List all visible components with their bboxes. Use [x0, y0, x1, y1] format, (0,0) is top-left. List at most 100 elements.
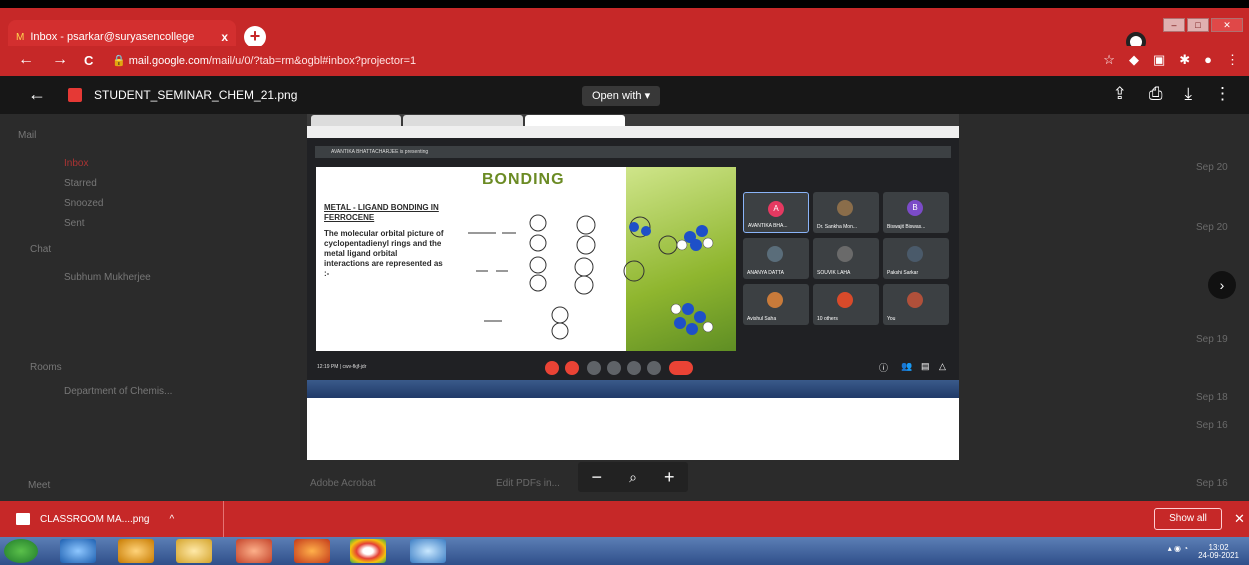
inner-tab-strip	[307, 114, 959, 126]
present-icon[interactable]	[627, 361, 641, 375]
avatar	[907, 246, 923, 262]
puzzle-icon[interactable]: ✱	[1179, 52, 1190, 68]
sidebar-item[interactable]: Chat	[30, 244, 51, 255]
captions-icon[interactable]	[587, 361, 601, 375]
back-button[interactable]: ←	[18, 51, 34, 69]
app-icon[interactable]	[236, 539, 272, 563]
zoom-icon: ⌕	[629, 468, 637, 485]
sidebar-item[interactable]: Department of Chemis...	[64, 386, 172, 397]
show-all-button[interactable]: Show all	[1154, 508, 1222, 530]
participant-name: 10 others	[817, 316, 838, 322]
chevron-up-icon[interactable]: ^	[169, 514, 174, 525]
add-to-drive-icon[interactable]: ⇪	[1113, 84, 1127, 104]
ie-icon[interactable]	[60, 539, 96, 563]
participant-tile[interactable]: SOUVIK LAHA	[813, 238, 879, 279]
row-date: Sep 16	[1196, 478, 1228, 489]
mo-row-2	[529, 256, 594, 295]
info-icon[interactable]: ⓘ	[879, 361, 893, 375]
app-icon-2[interactable]	[410, 539, 446, 563]
preview-image: AVANTIKA BHATTACHARJEE is presenting BON…	[307, 114, 959, 460]
chrome-icon[interactable]	[350, 539, 386, 563]
next-file-button[interactable]: ›	[1208, 271, 1236, 299]
participant-tile[interactable]: You	[883, 284, 949, 325]
participant-tile[interactable]: Dr. Sankha Mon...	[813, 192, 879, 233]
star-icon[interactable]: ☆	[1103, 52, 1115, 68]
people-icon[interactable]: 👥	[901, 361, 915, 375]
participant-name: AVANTIKA BHA...	[748, 223, 788, 229]
extension-icon-2[interactable]: ▣	[1153, 52, 1165, 68]
print-icon[interactable]: ⎙	[1149, 84, 1163, 104]
avatar	[837, 200, 853, 216]
zoom-in-button[interactable]: +	[664, 467, 675, 488]
sidebar-item[interactable]: Mail	[18, 130, 36, 141]
presentation-slide: BONDING METAL - LIGAND BONDING IN FERROC…	[316, 167, 736, 351]
close-viewer-button[interactable]: ←	[28, 84, 46, 105]
system-tray: ▴ ◉ ◔ 13:02 24-09-2021	[1168, 544, 1239, 560]
start-button[interactable]	[4, 539, 38, 563]
row-sender[interactable]: Adobe Acrobat	[310, 478, 376, 489]
url-domain: mail.google.com	[128, 55, 209, 67]
sidebar-item[interactable]: Snoozed	[64, 198, 103, 209]
sidebar-item[interactable]: Subhum Mukherjee	[64, 272, 151, 283]
participant-tile[interactable]: Avishul Saha	[743, 284, 809, 325]
participant-tile[interactable]: ANANYA DATTA	[743, 238, 809, 279]
mic-icon[interactable]	[545, 361, 559, 375]
sidebar-item[interactable]: Rooms	[30, 362, 62, 373]
minimize-button[interactable]: –	[1163, 18, 1185, 32]
close-window-button[interactable]: ✕	[1211, 18, 1243, 32]
open-with-button[interactable]: Open with ▾	[582, 86, 661, 106]
clock-date: 24-09-2021	[1198, 551, 1239, 560]
tray-icons: ▴ ◉ ◔	[1167, 544, 1189, 553]
sidebar-item[interactable]: Meet	[28, 480, 50, 491]
raise-hand-icon[interactable]	[607, 361, 621, 375]
maximize-button[interactable]: □	[1187, 18, 1209, 32]
participant-grid: A AVANTIKA BHA... Dr. Sankha Mon... B Bi…	[743, 192, 949, 332]
extension-icon[interactable]: ◆	[1129, 52, 1139, 68]
viewer-header: ← STUDENT_SEMINAR_CHEM_21.png Open with …	[0, 76, 1249, 114]
camera-icon[interactable]	[565, 361, 579, 375]
extension-icons: ☆ ◆ ▣ ✱ ● ⋮	[1103, 52, 1239, 68]
menu-icon[interactable]: ⋮	[1226, 52, 1239, 68]
chat-icon[interactable]: ▤	[921, 361, 935, 375]
activities-icon[interactable]: △	[939, 361, 953, 375]
participant-name: Biswajit Biswas...	[887, 224, 926, 230]
new-tab-button[interactable]: +	[244, 26, 266, 48]
participant-tile[interactable]: 10 others	[813, 284, 879, 325]
sidebar-item[interactable]: Inbox	[64, 158, 88, 169]
download-bar: CLASSROOM MA....png ^ Show all ✕	[0, 501, 1249, 537]
participant-tile[interactable]: B Biswajit Biswas...	[883, 192, 949, 233]
explorer-icon[interactable]	[176, 539, 212, 563]
inner-tab	[311, 115, 401, 126]
close-tab-icon[interactable]: x	[221, 30, 228, 44]
download-item[interactable]: CLASSROOM MA....png ^	[0, 501, 224, 537]
hang-up-icon[interactable]	[669, 361, 693, 375]
participant-tile[interactable]: Pakshi Sarkar	[883, 238, 949, 279]
tab-title: Inbox - psarkar@suryasencollege	[30, 31, 195, 43]
close-download-bar-icon[interactable]: ✕	[1234, 511, 1245, 527]
more-icon[interactable]	[647, 361, 661, 375]
address-bar-row: ← → C 🔒 mail.google.com/mail/u/0/?tab=rm…	[0, 46, 1249, 76]
presenting-banner: AVANTIKA BHATTACHARJEE is presenting	[315, 146, 951, 158]
zoom-controls: − ⌕ +	[578, 462, 688, 492]
reload-button[interactable]: C	[84, 53, 93, 68]
orbital-diagram	[468, 214, 714, 340]
firefox-icon[interactable]	[294, 539, 330, 563]
forward-button[interactable]: →	[52, 51, 68, 69]
zoom-out-button[interactable]: −	[592, 467, 603, 488]
clock[interactable]: 13:02 24-09-2021	[1198, 544, 1239, 560]
file-name: STUDENT_SEMINAR_CHEM_21.png	[94, 88, 298, 102]
url-field[interactable]: 🔒 mail.google.com/mail/u/0/?tab=rm&ogbl#…	[112, 54, 416, 67]
row-date: Sep 19	[1196, 334, 1228, 345]
more-options-icon[interactable]: ⋮	[1214, 84, 1231, 104]
media-player-icon[interactable]	[118, 539, 154, 563]
meet-controls: 12:19 PM | cwv-fkjf-jdr ⓘ 👥 ▤ △	[307, 356, 959, 380]
download-icon[interactable]: ⤓	[1184, 84, 1192, 104]
participant-tile[interactable]: A AVANTIKA BHA...	[743, 192, 809, 233]
mo-row-1	[529, 214, 596, 255]
sidebar-item[interactable]: Starred	[64, 178, 97, 189]
avatar[interactable]: ●	[1204, 52, 1212, 68]
row-snippet[interactable]: Edit PDFs in...	[496, 478, 560, 489]
tab-strip: M Inbox - psarkar@suryasencollege x + – …	[0, 8, 1249, 54]
sidebar-item[interactable]: Sent	[64, 218, 85, 229]
viewer-actions: ⇪ ⎙ ⤓ ⋮	[1113, 84, 1231, 104]
